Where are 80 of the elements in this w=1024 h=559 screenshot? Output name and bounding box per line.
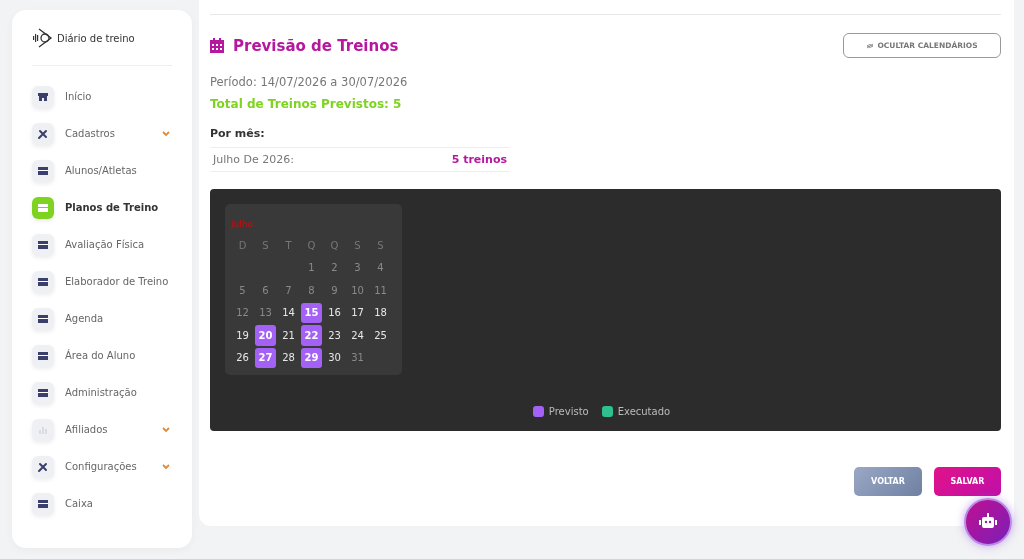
month-name: Julho De 2026: [213,153,294,166]
chevron-icon [162,426,170,433]
sidebar-item[interactable]: Agenda [32,304,172,333]
sidebar-item[interactable]: Início [32,82,172,111]
calendar-day[interactable]: 7 [277,279,300,302]
calendar-day[interactable]: 9 [323,279,346,302]
calendar-day[interactable]: 28 [277,346,300,369]
chevron-icon [162,130,170,137]
calendar-icon [210,38,224,53]
calendar-day[interactable]: 30 [323,346,346,369]
calendar-day[interactable]: 11 [369,279,392,302]
store-icon [32,85,54,108]
card-icon [32,492,54,515]
weekday-label: S [376,238,385,253]
calendar-day[interactable]: 8 [300,279,323,302]
weekday-label: Q [306,238,317,253]
month-count: 5 treinos [451,153,507,166]
save-button[interactable]: SALVAR [934,467,1001,496]
weekday-label: Q [329,238,340,253]
logo-icon [32,27,54,49]
by-month-label: Por mês: [210,127,266,140]
calendar-day[interactable]: 5 [231,279,254,302]
card-icon [32,381,54,404]
calendar-day[interactable]: 25 [369,324,392,347]
calendar-day[interactable]: 17 [346,301,369,324]
calendar-day[interactable]: 21 [277,324,300,347]
calendar-day[interactable]: 1 [300,256,323,279]
card-icon [32,159,54,182]
sidebar-item[interactable]: Área do Aluno [32,341,172,370]
calendar-day[interactable]: 24 [346,324,369,347]
calendar-day[interactable]: 16 [323,301,346,324]
weekday-label: S [353,238,362,253]
calendar-day[interactable]: 13 [254,301,277,324]
calendar-day[interactable]: 23 [323,324,346,347]
calendar-day[interactable]: 18 [369,301,392,324]
calendar-day[interactable]: 2 [323,256,346,279]
sidebar-item[interactable]: Elaborador de Treino [32,267,172,296]
card-icon [32,233,54,256]
calendar-day[interactable]: 26 [231,346,254,369]
month-label: julho [231,219,253,229]
card-icon [32,196,54,219]
sidebar-item[interactable]: Afiliados [32,415,172,444]
sidebar-item[interactable]: Administração [32,378,172,407]
tools-icon [32,455,54,478]
sidebar-item[interactable]: Avaliação Física [32,230,172,259]
calendar-day[interactable]: 19 [231,324,254,347]
weekday-label: D [237,238,248,253]
period-text: Período: 14/07/2026 a 30/07/2026 [210,75,409,89]
sidebar-item[interactable]: Alunos/Atletas [32,156,172,185]
card-icon [32,270,54,293]
calendar-day[interactable]: 27 [255,347,276,368]
legend-label: Previsto [548,406,589,417]
bar-chart-icon [32,418,54,441]
calendar-day[interactable]: 4 [369,256,392,279]
card-icon [32,344,54,367]
card-icon [32,307,54,330]
brand-name: Diário de treino [57,32,135,44]
calendar-day[interactable]: 3 [346,256,369,279]
calendar-day[interactable]: 31 [346,346,369,369]
calendar-day[interactable]: 14 [277,301,300,324]
page-title: Previsão de Treinos [233,36,399,55]
chatbot-button[interactable] [964,498,1012,546]
calendar-day[interactable]: 12 [231,301,254,324]
tools-icon [32,122,54,145]
total-text: Total de Treinos Previstos: 5 [210,97,403,111]
sidebar-item[interactable]: Configurações [32,452,172,481]
eye-slash-icon [866,42,875,49]
chevron-icon [162,463,170,470]
sidebar-item[interactable]: Planos de Treino [32,193,172,222]
calendar-day[interactable]: 10 [346,279,369,302]
legend-label: Executado [617,406,671,417]
weekday-label: S [261,238,270,253]
calendar-day[interactable]: 22 [301,325,322,346]
sidebar-item[interactable]: Caixa [32,489,172,518]
calendar-day[interactable]: 29 [301,347,322,368]
calendar-day[interactable]: 6 [254,279,277,302]
weekday-label: T [284,238,293,253]
calendar-day[interactable]: 20 [255,325,276,346]
calendar-day[interactable]: 15 [301,302,322,323]
sidebar-item[interactable]: Cadastros [32,119,172,148]
